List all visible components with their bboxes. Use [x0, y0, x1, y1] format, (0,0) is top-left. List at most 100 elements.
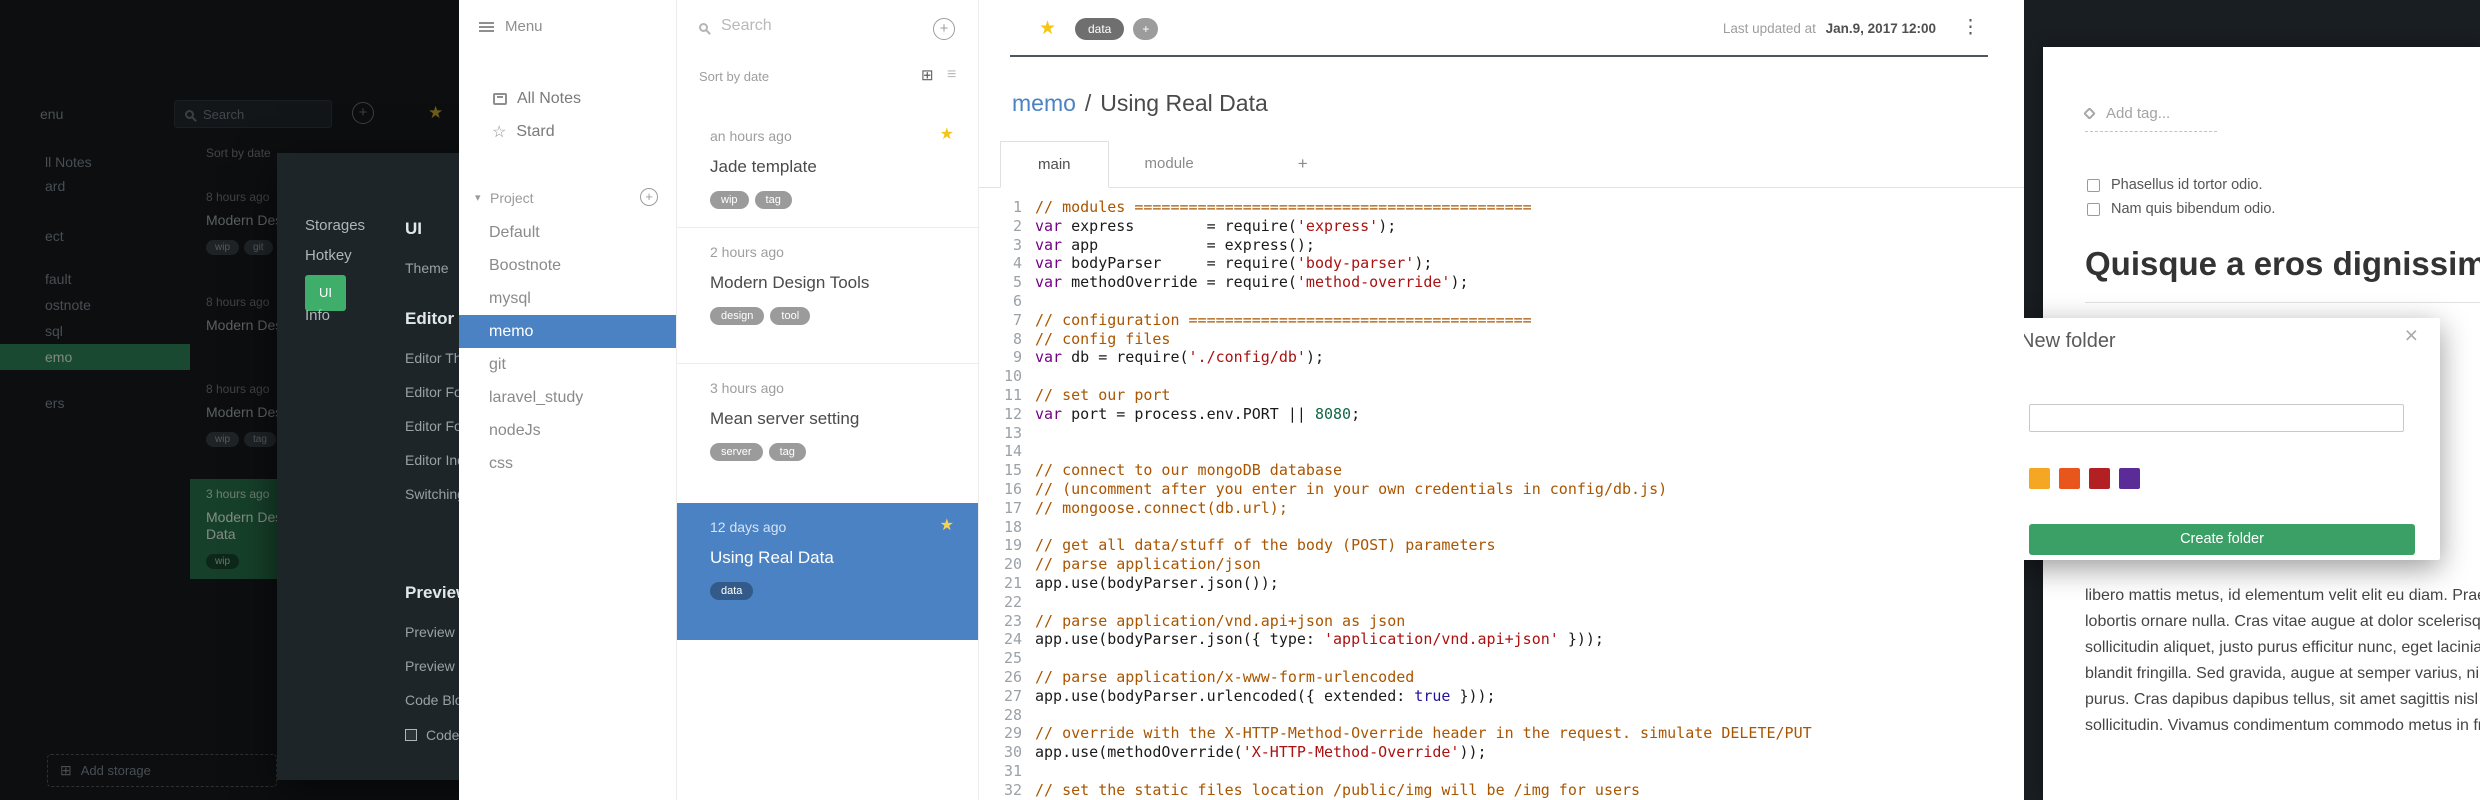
line-number: 16: [1003, 479, 1022, 498]
add-tag-field[interactable]: Add tag...: [2083, 105, 2217, 132]
preview-heading: Quisque a eros dignissim: [2085, 245, 2480, 282]
sidebar: Menu All Notes ☆ Stard ▾ Project + Defau…: [459, 0, 677, 800]
settings-nav: Storages Hotkey UI Info: [305, 211, 395, 331]
paragraph-line: blandit fringilla. Sed gravida, augue at…: [2085, 665, 2480, 682]
star-icon[interactable]: ★: [940, 124, 954, 144]
settings-nav-item[interactable]: Storages: [305, 211, 395, 241]
note-list-item[interactable]: 3 hours ago Mean server setting server tag: [677, 364, 978, 503]
checkbox-label: Phasellus id tortor odio.: [2111, 177, 2263, 193]
code-text: var app = express();: [1035, 235, 1315, 254]
close-icon[interactable]: ×: [2405, 322, 2418, 349]
sidebar-folder-git[interactable]: git: [459, 348, 676, 381]
preview-checkboxes: Phasellus id tortor odio. Nam quis bibend…: [2087, 173, 2275, 221]
line-number: 7: [1012, 310, 1022, 329]
code-line: 9 var db = require('./config/db');: [979, 348, 2024, 367]
checkbox-icon[interactable]: [2087, 202, 2100, 216]
line-number: 9: [1012, 348, 1022, 367]
note-timestamp: 2 hours ago: [710, 244, 784, 260]
note-title: Mean server setting: [710, 409, 860, 428]
breadcrumb-folder[interactable]: memo: [1012, 90, 1076, 116]
tag-badge: tag: [768, 443, 806, 461]
sidebar-folder-laravel_study[interactable]: laravel_study: [459, 381, 676, 414]
checkbox-icon[interactable]: [2087, 178, 2100, 192]
star-icon[interactable]: ★: [940, 515, 954, 535]
detail-tags: data +: [1075, 18, 1167, 40]
code-line: 26 // parse application/x-www-form-urlenc…: [979, 668, 2024, 687]
kebab-menu-icon[interactable]: ⋮: [1961, 16, 1980, 39]
line-number: 32: [1003, 780, 1022, 799]
detail-tabs: main module +: [979, 141, 2024, 188]
note-list-item[interactable]: 12 days ago ★ Using Real Data data: [677, 503, 978, 640]
note-title: Using Real Data: [710, 548, 834, 567]
line-number: 18: [1003, 517, 1022, 536]
sidebar-folder-mysql[interactable]: mysql: [459, 282, 676, 315]
sort-row: Sort by date ⊞ ≡: [677, 66, 978, 86]
note-cards: an hours ago ★ Jade template wip tag 2 hours …: [677, 112, 978, 640]
folder-name-input[interactable]: [2029, 404, 2404, 432]
code-text: // config files: [1035, 329, 1171, 348]
sidebar-folder-boostnote[interactable]: Boostnote: [459, 249, 676, 282]
new-note-button[interactable]: +: [933, 18, 955, 40]
search-input[interactable]: [721, 17, 901, 35]
page-title: Using Real Data: [1100, 90, 1268, 116]
note-list-item[interactable]: 2 hours ago Modern Design Tools design tool: [677, 228, 978, 364]
line-number: 3: [1012, 235, 1022, 254]
code-line: 31: [979, 762, 2024, 781]
heading-divider: [2085, 302, 2480, 303]
line-number: 31: [1003, 761, 1022, 780]
color-swatch[interactable]: [2119, 468, 2140, 489]
line-number: 19: [1003, 536, 1022, 555]
note-timestamp: an hours ago: [710, 128, 792, 144]
checkbox-icon[interactable]: [405, 729, 417, 741]
color-swatch[interactable]: [2089, 468, 2110, 489]
code-line: 16 // (uncomment after you enter in your …: [979, 480, 2024, 499]
note-tags: data: [710, 581, 978, 600]
settings-nav-item[interactable]: Hotkey: [305, 241, 395, 271]
code-text: app.use(bodyParser.json());: [1035, 573, 1279, 592]
settings-nav-item[interactable]: Info: [305, 301, 395, 331]
project-section-header[interactable]: ▾ Project +: [459, 188, 676, 210]
sidebar-folder-css[interactable]: css: [459, 447, 676, 480]
tag-icon: [2083, 107, 2096, 120]
new-tab-button[interactable]: +: [1288, 141, 1318, 187]
tag-badge[interactable]: data: [1075, 18, 1125, 40]
star-icon[interactable]: ★: [1039, 17, 1056, 40]
color-swatch[interactable]: [2029, 468, 2050, 489]
screenshot: enu Search + ★ ll Notes ard ect fault ostno…: [0, 0, 2480, 800]
note-list-item[interactable]: an hours ago ★ Jade template wip tag: [677, 112, 978, 228]
sidebar-folder-default[interactable]: Default: [459, 216, 676, 249]
chevron-down-icon: ▾: [475, 192, 481, 204]
line-number: 10: [1003, 367, 1022, 386]
code-line: 8 // config files: [979, 330, 2024, 349]
sort-by-label[interactable]: Sort by date: [699, 69, 769, 84]
code-text: var port = process.env.PORT || 8080;: [1035, 404, 1361, 423]
note-title: Modern Design Tools: [710, 273, 870, 292]
add-tag-button[interactable]: +: [1133, 18, 1159, 40]
checkbox-row[interactable]: Nam quis bibendum odio.: [2087, 197, 2275, 221]
code-text: // get all data/stuff of the body (POST)…: [1035, 536, 1496, 555]
menu-button[interactable]: Menu: [479, 18, 543, 35]
code-editor[interactable]: 1 // modules ============================…: [979, 198, 2024, 800]
grid-view-icon[interactable]: ⊞: [921, 66, 934, 84]
tab-module[interactable]: module: [1123, 141, 1216, 187]
line-number: 22: [1003, 592, 1022, 611]
sidebar-folder-memo[interactable]: memo: [459, 315, 676, 348]
sidebar-item-starred[interactable]: ☆ Stard: [459, 117, 555, 147]
line-number: 12: [1003, 404, 1022, 423]
line-number: 24: [1003, 630, 1022, 649]
main-app-window: Menu All Notes ☆ Stard ▾ Project + Defau…: [459, 0, 2024, 800]
list-view-icon[interactable]: ≡: [947, 66, 956, 84]
create-folder-button[interactable]: Create folder: [2029, 524, 2415, 555]
sidebar-folder-nodejs[interactable]: nodeJs: [459, 414, 676, 447]
color-swatch[interactable]: [2059, 468, 2080, 489]
project-label: Project: [490, 190, 534, 206]
preview-paragraph: libero mattis metus, id elementum velit …: [2085, 583, 2480, 739]
line-number: 23: [1003, 611, 1022, 630]
sidebar-item-all-notes[interactable]: All Notes: [459, 84, 581, 114]
settings-nav-item[interactable]: UI: [305, 271, 395, 311]
code-text: var express = require('express');: [1035, 216, 1397, 235]
add-folder-button[interactable]: +: [640, 188, 658, 206]
code-line: 20 // parse application/json: [979, 555, 2024, 574]
tab-main[interactable]: main: [1000, 141, 1109, 188]
checkbox-row[interactable]: Phasellus id tortor odio.: [2087, 173, 2275, 197]
